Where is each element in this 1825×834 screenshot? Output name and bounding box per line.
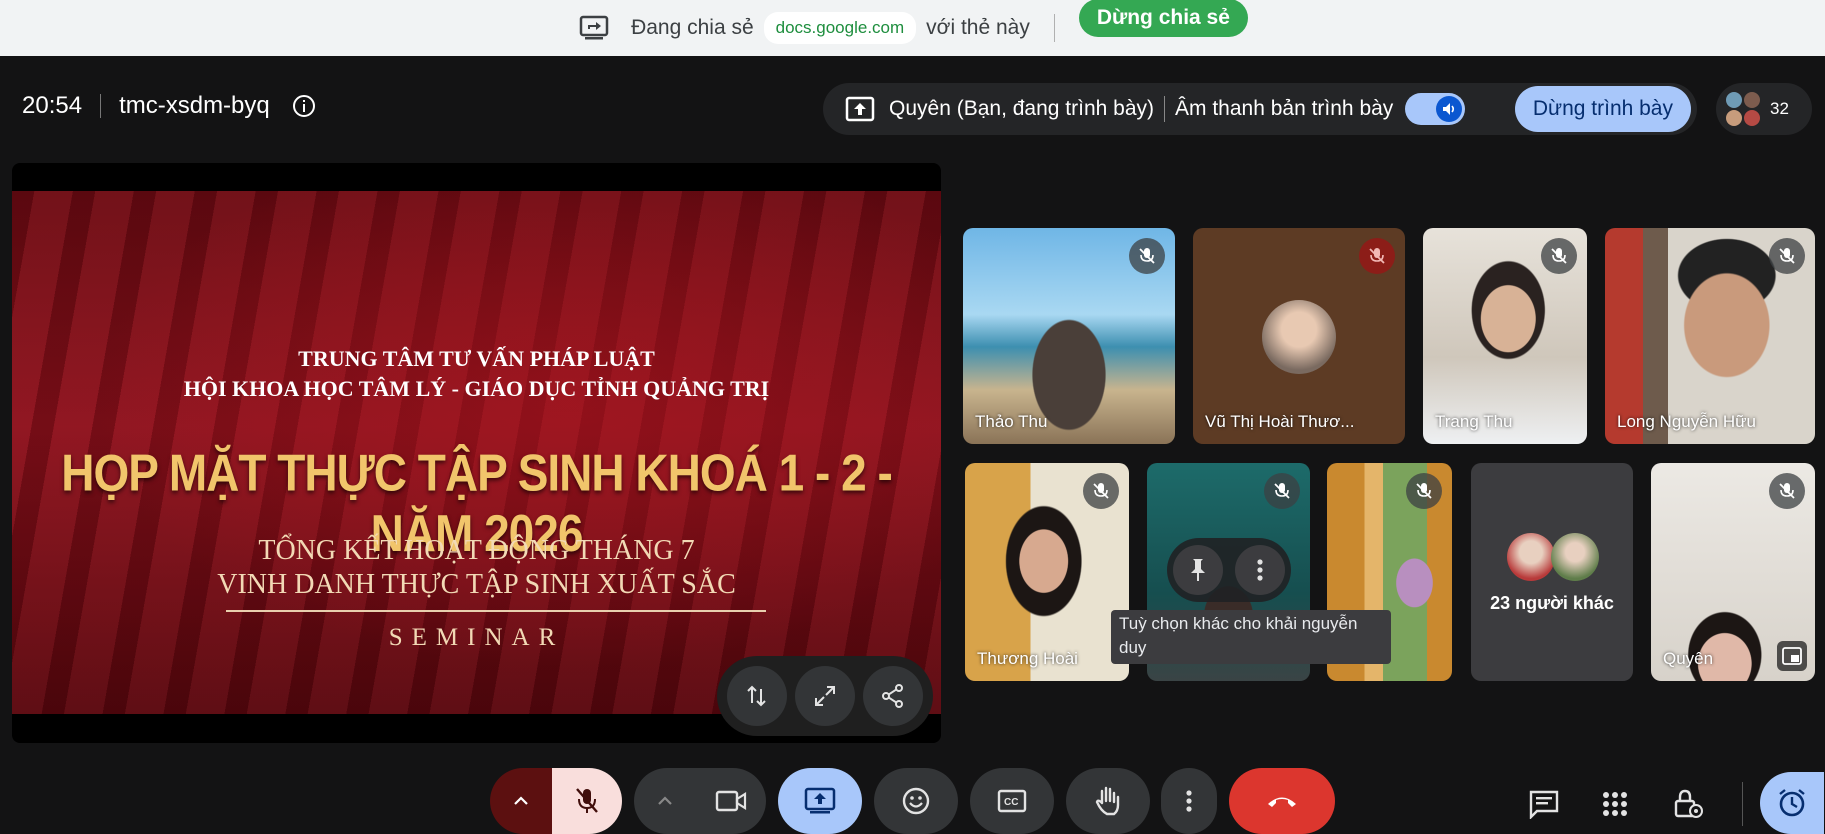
mic-off-icon	[1129, 238, 1165, 274]
captions-icon: CC	[970, 768, 1054, 834]
participant-avatars	[1726, 92, 1760, 126]
camera-toggle-button[interactable]	[696, 768, 766, 834]
participant-name: Long Nguyễn Hữu	[1617, 412, 1756, 431]
participant-name: Thương Hoài	[977, 649, 1078, 668]
meeting-details: 20:54 tmc-xsdm-byq	[22, 92, 316, 120]
mic-off-icon	[1541, 238, 1577, 274]
banner-divider	[1053, 14, 1055, 42]
mic-off-icon	[1359, 238, 1395, 274]
mic-off-icon	[1406, 473, 1442, 509]
camera-options-button[interactable]	[634, 768, 696, 834]
swap-arrows-icon[interactable]	[727, 666, 787, 726]
end-call-icon	[1229, 768, 1335, 834]
info-icon[interactable]	[292, 94, 316, 118]
present-now-button[interactable]	[778, 768, 862, 834]
shared-tab-label: với thẻ này	[926, 16, 1030, 39]
slide-org-subline: HỘI KHOA HỌC TÂM LÝ - GIÁO DỤC TỈNH QUẢN…	[183, 376, 770, 401]
more-options-button[interactable]	[1161, 768, 1217, 834]
mic-off-icon	[1769, 473, 1805, 509]
sharing-banner: Đang chia sẻ docs.google.com với thẻ này…	[0, 0, 1825, 56]
presenting-divider	[1164, 96, 1165, 122]
participant-name: Thảo Thu	[975, 412, 1048, 431]
presentation-controls	[717, 656, 933, 736]
toolbar-divider	[1742, 782, 1743, 826]
mic-toggle-button[interactable]	[552, 768, 622, 834]
mic-off-icon	[1083, 473, 1119, 509]
leave-call-button[interactable]	[1229, 768, 1335, 834]
svg-text:CC: CC	[1004, 797, 1018, 808]
participants-count: 32	[1770, 99, 1789, 118]
participant-tile[interactable]: Thương Hoài	[965, 463, 1129, 681]
avatar	[1262, 300, 1336, 374]
pin-icon[interactable]	[1173, 545, 1223, 595]
presentation-audio-toggle[interactable]	[1405, 93, 1466, 125]
others-count-label: 23 người khác	[1490, 593, 1614, 613]
screen-share-icon	[577, 13, 611, 43]
participant-tile[interactable]: Long Nguyễn Hữu	[1605, 228, 1815, 444]
meeting-code: tmc-xsdm-byq	[119, 92, 270, 119]
alarm-clock-icon	[1776, 787, 1808, 819]
sharing-label: Đang chia sẻ	[631, 16, 754, 39]
participant-tile[interactable]: Trang Thu	[1423, 228, 1587, 444]
stop-presenting-button[interactable]: Dừng trình bày	[1514, 86, 1691, 132]
meeting-info-divider	[100, 94, 102, 118]
slide: TRUNG TÂM TƯ VẤN PHÁP LUẬT HỘI KHOA HỌC …	[12, 191, 941, 714]
raise-hand-icon	[1066, 768, 1150, 834]
host-controls-icon[interactable]	[1668, 784, 1708, 824]
mic-options-button[interactable]	[490, 768, 552, 834]
emoji-icon	[874, 768, 958, 834]
activities-icon[interactable]	[1595, 784, 1635, 824]
captions-button[interactable]: CC	[970, 768, 1054, 834]
tile-hover-actions	[1167, 538, 1291, 602]
reactions-button[interactable]	[874, 768, 958, 834]
slide-org-line: TRUNG TÂM TƯ VẤN PHÁP LUẬT	[298, 346, 655, 371]
volume-icon	[1436, 96, 1463, 122]
presenting-status-bar: Quyên (Bạn, đang trình bày) Âm thanh bản…	[823, 83, 1697, 135]
camera-controls	[634, 768, 766, 834]
mic-off-icon	[1264, 473, 1300, 509]
participant-name: Trang Thu	[1435, 412, 1513, 431]
participant-name: Quyên	[1663, 649, 1714, 668]
share-icon[interactable]	[863, 666, 923, 726]
slide-subtitle-1: TỔNG KẾT HOẠT ĐỘNG THÁNG 7	[258, 535, 695, 566]
participant-tile[interactable]: Vũ Thị Hoài Thươ...	[1193, 228, 1405, 444]
raise-hand-button[interactable]	[1066, 768, 1150, 834]
others-avatars	[1507, 533, 1601, 583]
stop-sharing-button[interactable]: Dừng chia sẻ	[1078, 0, 1248, 37]
presentation-audio-label: Âm thanh bản trình bày	[1175, 97, 1394, 120]
others-tile[interactable]: 23 người khác	[1471, 463, 1633, 681]
chat-icon[interactable]	[1524, 784, 1564, 824]
slide-subtitle-2: VINH DANH THỰC TẬP SINH XUẤT SẮC	[217, 569, 736, 600]
participant-tile[interactable]: Thảo Thu	[963, 228, 1175, 444]
mic-off-icon	[1769, 238, 1805, 274]
present-icon	[778, 768, 862, 834]
tooltip: Tuỳ chọn khác cho khải nguyễn duy	[1111, 610, 1391, 664]
shared-domain-chip: docs.google.com	[763, 12, 917, 44]
meeting-tools-button[interactable]	[1760, 772, 1824, 834]
participants-button[interactable]: 32	[1716, 83, 1812, 135]
participant-name: Vũ Thị Hoài Thươ...	[1205, 412, 1355, 431]
mic-controls	[490, 768, 622, 834]
presentation-view: TRUNG TÂM TƯ VẤN PHÁP LUẬT HỘI KHOA HỌC …	[12, 163, 941, 743]
picture-in-picture-icon[interactable]	[1777, 641, 1807, 671]
more-options-icon[interactable]	[1235, 545, 1285, 595]
presenter-label: Quyên (Bạn, đang trình bày)	[889, 97, 1154, 120]
slide-seminar-label: SEMINAR	[388, 624, 565, 651]
meeting-time: 20:54	[22, 92, 83, 119]
present-screen-icon	[843, 94, 877, 124]
more-vert-icon	[1161, 768, 1217, 834]
slide-divider	[226, 610, 766, 612]
fullscreen-icon[interactable]	[795, 666, 855, 726]
self-tile[interactable]: Quyên	[1651, 463, 1815, 681]
